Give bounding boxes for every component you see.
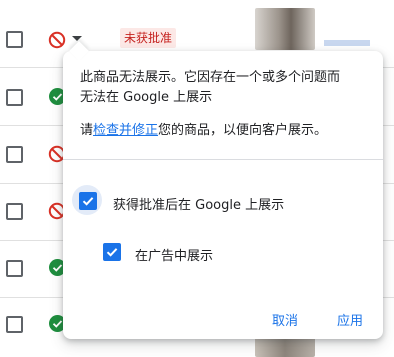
header-link-bar	[324, 40, 370, 46]
show-on-google-checkbox[interactable]	[79, 192, 97, 210]
dialog-pointer	[69, 41, 89, 61]
row-checkbox[interactable]	[6, 89, 23, 106]
review-and-fix-link[interactable]: 检查并修正	[93, 123, 158, 138]
message-line-1: 此商品无法展示。它因存在一个或多个问题而	[80, 70, 341, 85]
fix-suffix: 您的商品，以便向客户展示。	[158, 123, 328, 138]
cancel-button[interactable]: 取消	[272, 310, 298, 329]
fix-prefix: 请	[80, 123, 94, 138]
apply-button[interactable]: 应用	[337, 310, 363, 329]
show-in-ads-checkbox[interactable]	[103, 243, 121, 261]
product-thumbnail	[255, 8, 315, 50]
dialog-message: 此商品无法展示。它因存在一个或多个问题而 无法在 Google 上展示	[80, 68, 340, 108]
approval-settings-dialog: 此商品无法展示。它因存在一个或多个问题而 无法在 Google 上展示 请检查并…	[63, 41, 383, 339]
show-in-ads-label: 在广告中展示	[135, 249, 214, 264]
status-badge: 未获批准	[120, 28, 177, 48]
fix-instruction: 请检查并修正您的商品，以便向客户展示。	[80, 121, 327, 141]
message-line-2: 无法在 Google 上展示	[80, 90, 213, 105]
dialog-divider	[63, 159, 383, 160]
row-checkbox[interactable]	[6, 146, 23, 163]
checkmark-icon	[106, 248, 118, 257]
row-checkbox[interactable]	[6, 203, 23, 220]
row-checkbox[interactable]	[6, 316, 23, 333]
checkmark-icon	[82, 197, 94, 206]
row-checkbox[interactable]	[6, 260, 23, 277]
chevron-down-icon[interactable]	[72, 36, 82, 41]
show-on-google-label: 获得批准后在 Google 上展示	[113, 198, 285, 213]
disapproved-icon[interactable]	[48, 31, 66, 49]
select-all-checkbox[interactable]	[6, 31, 23, 48]
